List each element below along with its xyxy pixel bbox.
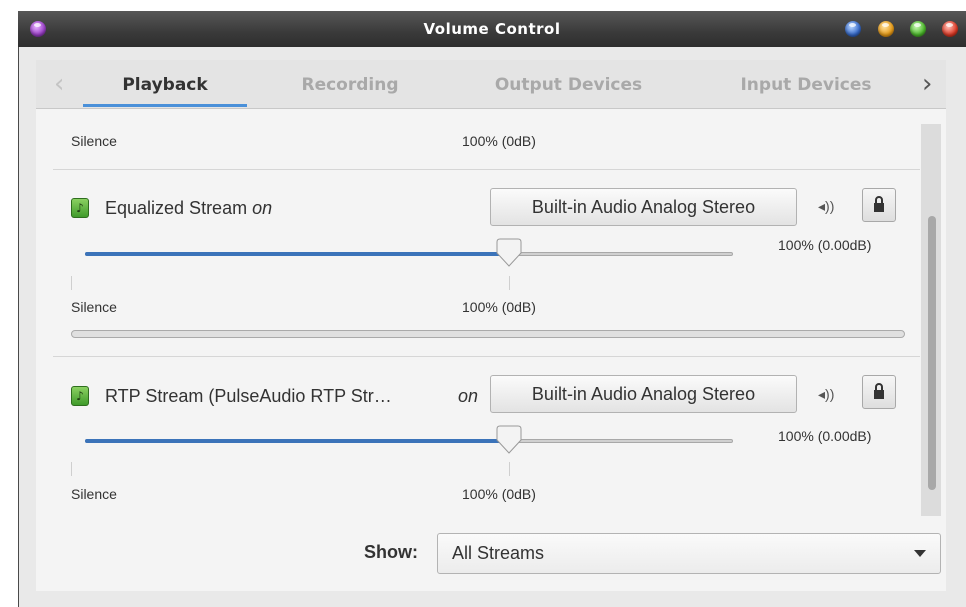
shade-button-icon[interactable] xyxy=(845,21,861,37)
volume-slider[interactable] xyxy=(85,425,733,454)
separator xyxy=(53,356,920,357)
slider-handle[interactable] xyxy=(495,425,523,455)
tab-input-devices[interactable]: Input Devices xyxy=(716,60,896,108)
show-filter-value: All Streams xyxy=(452,543,545,563)
volume-100-label: 100% (0dB) xyxy=(462,486,536,502)
silence-label: Silence xyxy=(71,133,117,149)
scale-tick xyxy=(71,276,72,290)
tab-output-devices[interactable]: Output Devices xyxy=(466,60,671,108)
stream-state: on xyxy=(252,198,273,218)
stream-name-text: Equalized Stream xyxy=(105,198,248,218)
separator xyxy=(53,169,920,170)
lock-channels-button[interactable] xyxy=(862,375,896,409)
volume-slider[interactable] xyxy=(85,238,733,267)
dropdown-arrow-icon xyxy=(914,550,926,557)
silence-label: Silence xyxy=(71,299,117,315)
mute-speaker-icon[interactable]: ◂)) xyxy=(818,198,834,215)
active-tab-indicator xyxy=(83,104,247,107)
stream-state-text: on xyxy=(458,386,479,406)
tab-recording[interactable]: Recording xyxy=(268,60,432,108)
show-filter-dropdown[interactable]: All Streams xyxy=(437,533,941,574)
show-label: Show: xyxy=(364,542,418,562)
output-device-button[interactable]: Built-in Audio Analog Stereo xyxy=(490,188,797,226)
scale-tick xyxy=(71,462,72,476)
peak-level-meter xyxy=(71,330,905,338)
slider-fill xyxy=(85,439,510,443)
slider-handle[interactable] xyxy=(495,238,523,268)
playback-panel xyxy=(36,109,946,591)
slider-fill xyxy=(85,252,510,256)
close-button-icon[interactable] xyxy=(942,21,958,37)
scale-tick xyxy=(509,276,510,290)
stream-state: on xyxy=(458,386,478,407)
volume-readout: 100% (0.00dB) xyxy=(778,428,872,444)
tab-scroll-left-icon[interactable]: ‹ xyxy=(54,60,64,108)
maximize-button-icon[interactable] xyxy=(910,21,926,37)
music-note-icon: ♪ xyxy=(71,386,89,406)
volume-readout: 100% (0.00dB) xyxy=(778,237,872,253)
stream-name: RTP Stream (PulseAudio RTP Str… xyxy=(105,386,392,406)
music-note-icon: ♪ xyxy=(71,198,89,218)
window-title: Volume Control xyxy=(423,20,561,38)
minimize-button-icon[interactable] xyxy=(878,21,894,37)
lock-icon xyxy=(874,383,884,399)
tab-playback[interactable]: Playback xyxy=(83,60,247,108)
scale-tick xyxy=(509,462,510,476)
mute-speaker-icon[interactable]: ◂)) xyxy=(818,386,834,403)
tab-bar: ‹ Playback Recording Output Devices Inpu… xyxy=(36,60,946,109)
lock-channels-button[interactable] xyxy=(862,188,896,222)
output-device-button[interactable]: Built-in Audio Analog Stereo xyxy=(490,375,797,413)
lock-icon xyxy=(874,196,884,212)
volume-100-label: 100% (0dB) xyxy=(462,133,536,149)
silence-label: Silence xyxy=(71,486,117,502)
stream-name: Equalized Stream on xyxy=(105,198,272,219)
scrollbar-thumb[interactable] xyxy=(928,216,936,490)
volume-100-label: 100% (0dB) xyxy=(462,299,536,315)
title-bar[interactable]: Volume Control xyxy=(18,11,966,47)
tab-scroll-right-icon[interactable]: › xyxy=(922,60,932,108)
